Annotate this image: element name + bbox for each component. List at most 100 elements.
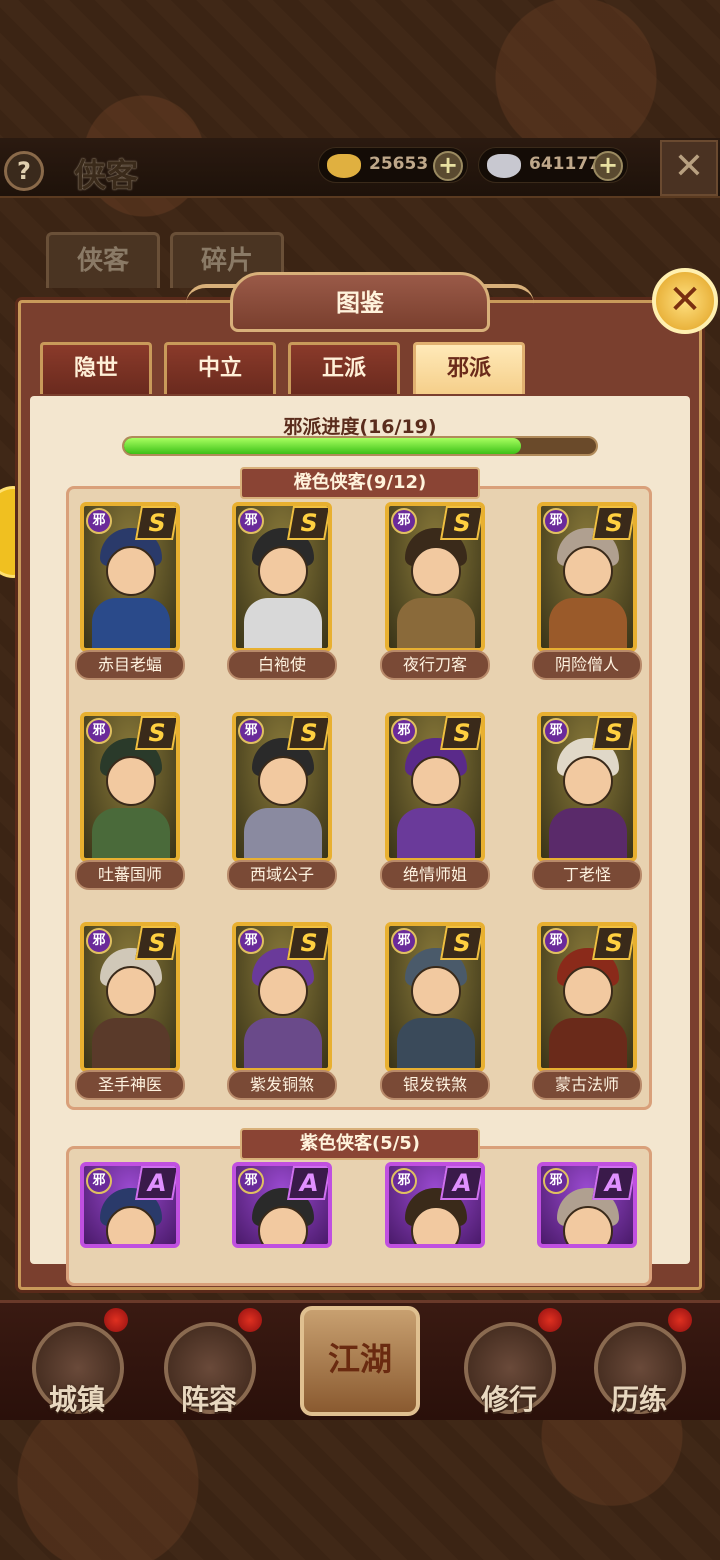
hero-name: 蒙古法师	[532, 1070, 642, 1100]
hero-card[interactable]: 邪A	[537, 1162, 637, 1248]
orange-section-header: 橙色侠客(9/12)	[240, 467, 480, 499]
grade-badge: A	[135, 1166, 176, 1200]
grade-badge: S	[592, 716, 633, 750]
faction-badge: 邪	[543, 1168, 569, 1194]
hero-portrait-body	[397, 808, 475, 858]
faction-badge: 邪	[238, 928, 264, 954]
grade-badge: S	[135, 926, 176, 960]
hero-portrait	[106, 546, 156, 596]
progress-label: 邪派进度(16/19)	[283, 416, 437, 438]
close-page-button[interactable]: ✕	[660, 140, 718, 196]
hero-card[interactable]: 邪S	[80, 502, 180, 652]
hero-card[interactable]: 邪S	[385, 502, 485, 652]
silver-value: 641177	[529, 154, 600, 174]
hero-portrait	[258, 756, 308, 806]
tab-evil[interactable]: 邪派	[413, 342, 525, 394]
gold-value: 25653	[369, 154, 429, 174]
grade-badge: A	[287, 1166, 328, 1200]
gold-ingot-icon	[327, 154, 361, 178]
nav-trials-label: 历练	[610, 1383, 667, 1416]
hero-portrait	[411, 546, 461, 596]
hero-name: 圣手神医	[75, 1070, 185, 1100]
hero-card[interactable]: 邪S	[385, 712, 485, 862]
hero-name: 赤目老蝠	[75, 650, 185, 680]
faction-badge: 邪	[391, 508, 417, 534]
grade-badge: S	[287, 506, 328, 540]
progress-bar	[122, 436, 598, 456]
faction-badge: 邪	[86, 508, 112, 534]
hero-portrait-body	[549, 1018, 627, 1068]
hero-name: 阴险僧人	[532, 650, 642, 680]
faction-badge: 邪	[391, 1168, 417, 1194]
tab-neutral[interactable]: 中立	[164, 342, 276, 394]
tab-heroes[interactable]: 侠客	[46, 232, 160, 288]
hero-portrait-body	[244, 808, 322, 858]
faction-badge: 邪	[86, 1168, 112, 1194]
lantern-icon	[538, 1308, 562, 1332]
lantern-icon	[238, 1308, 262, 1332]
hero-card[interactable]: 邪S	[537, 922, 637, 1072]
hero-name: 西域公子	[227, 860, 337, 890]
hero-name: 银发铁煞	[380, 1070, 490, 1100]
nav-lineup-label: 阵容	[180, 1383, 237, 1416]
grade-badge: S	[287, 716, 328, 750]
add-silver-button[interactable]: +	[593, 151, 623, 181]
gold-currency: 25653 +	[318, 147, 468, 183]
faction-badge: 邪	[86, 718, 112, 744]
hero-card[interactable]: 邪S	[537, 502, 637, 652]
hero-portrait-body	[92, 808, 170, 858]
hero-portrait-body	[549, 808, 627, 858]
hero-portrait-body	[244, 1018, 322, 1068]
faction-badge: 邪	[543, 928, 569, 954]
faction-badge: 邪	[86, 928, 112, 954]
hero-card[interactable]: 邪S	[385, 922, 485, 1072]
hero-card[interactable]: 邪S	[232, 922, 332, 1072]
hero-portrait-body	[92, 598, 170, 648]
nav-town-label: 城镇	[48, 1383, 105, 1416]
hero-portrait	[106, 1206, 156, 1244]
grade-badge: S	[440, 926, 481, 960]
grade-badge: S	[440, 506, 481, 540]
hero-card[interactable]: 邪A	[232, 1162, 332, 1248]
hero-card[interactable]: 邪S	[80, 922, 180, 1072]
hero-portrait-body	[244, 598, 322, 648]
hero-portrait	[563, 546, 613, 596]
grade-badge: S	[287, 926, 328, 960]
hero-name: 夜行刀客	[380, 650, 490, 680]
hero-portrait	[106, 966, 156, 1016]
hero-card[interactable]: 邪A	[385, 1162, 485, 1248]
grade-badge: S	[440, 716, 481, 750]
faction-badge: 邪	[391, 928, 417, 954]
hero-portrait	[563, 1206, 613, 1244]
tab-hidden[interactable]: 隐世	[40, 342, 152, 394]
hero-card[interactable]: 邪S	[232, 502, 332, 652]
hero-name: 丁老怪	[532, 860, 642, 890]
tab-righteous[interactable]: 正派	[288, 342, 400, 394]
hero-portrait-body	[397, 1018, 475, 1068]
grade-badge: S	[592, 926, 633, 960]
progress-fill	[124, 438, 522, 454]
lantern-icon	[668, 1308, 692, 1332]
faction-badge: 邪	[238, 718, 264, 744]
help-button[interactable]: ?	[4, 151, 44, 191]
hero-card[interactable]: 邪A	[80, 1162, 180, 1248]
hero-name: 绝情师姐	[380, 860, 490, 890]
hero-portrait	[106, 756, 156, 806]
page-title: 侠客	[74, 156, 139, 194]
close-panel-button[interactable]: ✕	[652, 268, 718, 334]
panel-title: 图鉴	[230, 272, 490, 332]
faction-badge: 邪	[543, 718, 569, 744]
hero-portrait	[258, 1206, 308, 1244]
silver-currency: 641177 +	[478, 147, 628, 183]
hero-card[interactable]: 邪S	[232, 712, 332, 862]
nav-training-label: 修行	[480, 1383, 537, 1416]
add-gold-button[interactable]: +	[433, 151, 463, 181]
faction-badge: 邪	[238, 1168, 264, 1194]
hero-card[interactable]: 邪S	[80, 712, 180, 862]
grade-badge: A	[592, 1166, 633, 1200]
hero-card[interactable]: 邪S	[537, 712, 637, 862]
hero-portrait	[411, 756, 461, 806]
hero-name: 白袍使	[227, 650, 337, 680]
grade-badge: S	[135, 716, 176, 750]
hero-portrait	[258, 966, 308, 1016]
